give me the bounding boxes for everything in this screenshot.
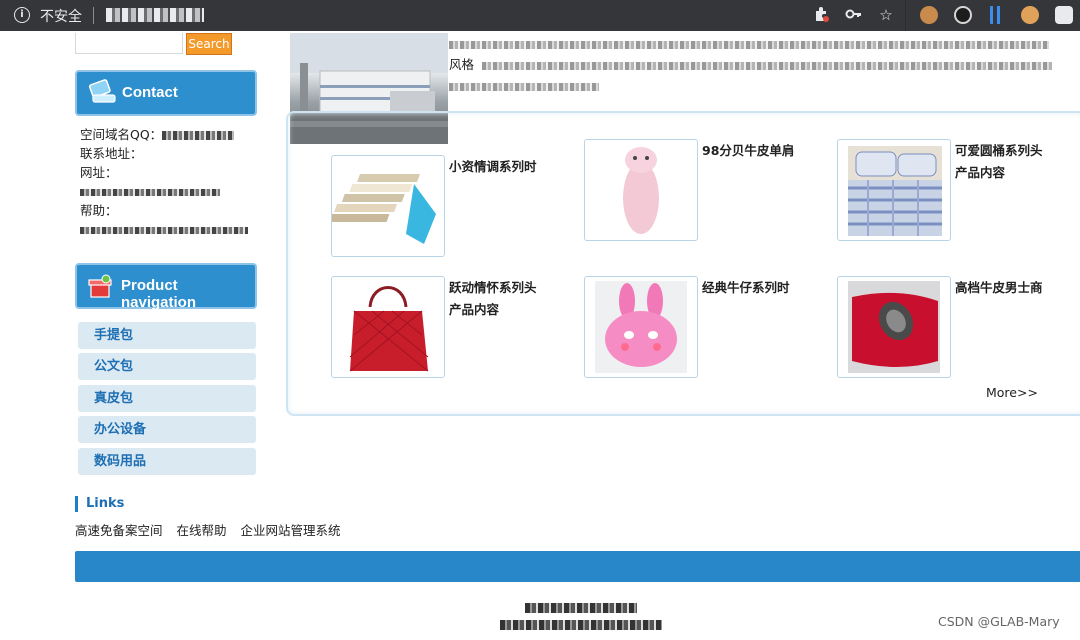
product-image-file-holder[interactable] bbox=[331, 155, 445, 257]
product-image-bunny-pillow[interactable] bbox=[584, 276, 698, 378]
product-title-2[interactable]: 98分贝牛皮单肩 bbox=[702, 140, 810, 162]
intro-line-2: 风格 bbox=[449, 54, 1079, 75]
product-image-red-handbag[interactable] bbox=[331, 276, 445, 378]
contact-info: 空间域名QQ： 联系地址： 网址： 帮助： bbox=[80, 125, 248, 239]
bars-icon[interactable] bbox=[990, 6, 1002, 24]
address-divider bbox=[93, 7, 94, 24]
product-title-6[interactable]: 高档牛皮男士商 bbox=[955, 277, 1063, 299]
link-hosting[interactable]: 高速免备案空间 bbox=[75, 523, 163, 538]
security-label[interactable]: 不安全 bbox=[40, 6, 82, 26]
chat-icon[interactable] bbox=[1055, 6, 1073, 24]
nav-item-digital-products[interactable]: 数码用品 bbox=[78, 448, 256, 475]
product-image-bedding[interactable] bbox=[837, 139, 951, 241]
contact-website-url[interactable] bbox=[80, 182, 248, 201]
company-intro: 风格 bbox=[449, 33, 1079, 96]
nav-item-leather-bag[interactable]: 真皮包 bbox=[78, 385, 256, 412]
laptop-icon bbox=[87, 79, 117, 111]
redacted-text bbox=[481, 61, 1052, 70]
redacted-text bbox=[449, 82, 599, 91]
nav-item-office-equipment[interactable]: 办公设备 bbox=[78, 416, 256, 443]
redacted-text bbox=[449, 40, 1049, 49]
product-title-1[interactable]: 小资情调系列时 bbox=[449, 156, 557, 178]
footer-redacted-line-2 bbox=[500, 620, 662, 630]
contact-header: Contact bbox=[75, 70, 257, 116]
links-list: 高速免备案空间 在线帮助 企业网站管理系统 bbox=[75, 520, 351, 539]
footer-redacted-line-1 bbox=[525, 603, 637, 613]
nav-item-briefcase[interactable]: 公文包 bbox=[78, 353, 256, 380]
contact-help-label: 帮助： bbox=[80, 203, 118, 218]
product-image-plush-pig[interactable] bbox=[584, 139, 698, 241]
address-url-redacted[interactable] bbox=[106, 8, 204, 22]
search-button[interactable]: Search bbox=[186, 33, 232, 55]
footer-bar bbox=[75, 551, 1080, 582]
cookie-icon[interactable] bbox=[1021, 6, 1039, 24]
product-navigation-title: Product navigation bbox=[121, 277, 197, 311]
contact-help-url[interactable] bbox=[80, 220, 248, 239]
redacted-text bbox=[162, 131, 235, 140]
links-header: Links bbox=[75, 496, 124, 512]
product-image-mousepad[interactable] bbox=[837, 276, 951, 378]
cookie-icon[interactable] bbox=[920, 6, 938, 24]
product-title-5[interactable]: 经典牛仔系列时 bbox=[702, 277, 810, 299]
key-icon[interactable] bbox=[843, 5, 863, 25]
contact-qq: 空间域名QQ： bbox=[80, 125, 248, 144]
more-link[interactable]: More>> bbox=[986, 385, 1038, 400]
product-navigation-header: Product navigation bbox=[75, 263, 257, 311]
puzzle-icon[interactable] bbox=[812, 5, 832, 25]
product-title-3[interactable]: 可爱圆桶系列头 产品内容 bbox=[955, 140, 1063, 184]
contact-website-label: 网址： bbox=[80, 165, 118, 180]
star-icon[interactable]: ☆ bbox=[876, 5, 896, 25]
search-input[interactable] bbox=[75, 33, 183, 54]
contact-title: Contact bbox=[122, 84, 178, 101]
link-cms[interactable]: 企业网站管理系统 bbox=[241, 523, 341, 538]
info-icon[interactable]: i bbox=[14, 7, 30, 23]
csdn-watermark: CSDN @GLAB-Mary bbox=[938, 614, 1060, 629]
toolbar-divider bbox=[905, 0, 906, 31]
mask-icon[interactable] bbox=[954, 6, 972, 24]
browser-toolbar: i 不安全 ☆ bbox=[0, 0, 1080, 31]
product-title-4[interactable]: 跃动情怀系列头 产品内容 bbox=[449, 277, 557, 321]
link-online-help[interactable]: 在线帮助 bbox=[177, 523, 227, 538]
intro-line-3 bbox=[449, 75, 1079, 96]
intro-line-1 bbox=[449, 33, 1079, 54]
contact-address: 联系地址： bbox=[80, 146, 143, 161]
nav-item-handbag[interactable]: 手提包 bbox=[78, 322, 256, 349]
gift-box-icon bbox=[86, 271, 116, 305]
